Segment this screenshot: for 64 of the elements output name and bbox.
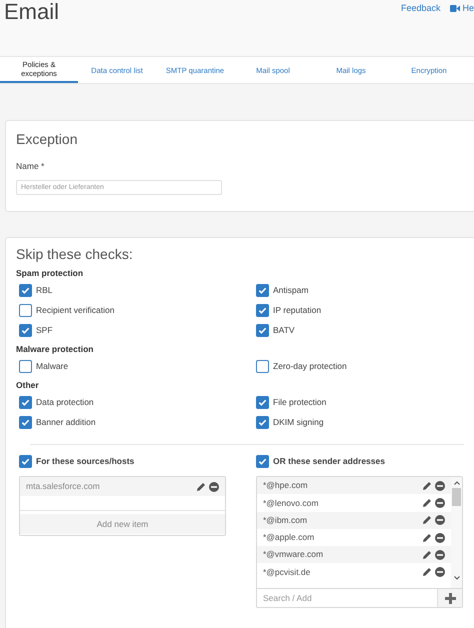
checkbox[interactable] [19,454,32,468]
help-link[interactable]: He [462,2,474,16]
checkbox-label: For these sources/hosts [36,454,134,468]
feedback-link[interactable]: Feedback [400,2,440,16]
checkbox[interactable] [19,360,32,372]
checkbox-label: Zero-day protection [273,360,347,372]
section-title: Exception [16,130,78,149]
pencil-icon[interactable] [422,515,432,526]
pencil-icon[interactable] [422,567,432,578]
checkbox[interactable] [256,284,269,296]
checkbox-label: DKIM signing [273,416,324,428]
page-title: Email [3,0,60,23]
checkbox-label: Banner addition [36,416,96,428]
checkbox[interactable] [19,396,32,408]
remove-icon[interactable] [209,482,219,492]
checkbox-label: IP reputation [273,304,322,316]
checkbox[interactable] [256,324,269,336]
checkbox[interactable] [19,324,32,336]
list-item[interactable]: *@lenovo.com [263,496,318,510]
pencil-icon[interactable] [422,480,432,491]
checkbox[interactable] [19,416,32,428]
checkbox[interactable] [256,454,269,468]
checkbox[interactable] [256,416,269,428]
list-item[interactable]: *@pcvisit.de [263,566,310,578]
pencil-icon[interactable] [422,498,432,508]
checkbox-label: File protection [273,396,326,408]
checkbox[interactable] [256,304,269,316]
pencil-icon[interactable] [422,550,432,560]
section-title: Skip these checks: [16,245,134,264]
checkbox[interactable] [256,360,269,372]
scroll-thumb[interactable] [452,488,461,506]
group-heading: Spam protection [16,267,84,280]
list-item[interactable]: *@hpe.com [263,479,308,492]
scroll-up-icon[interactable] [454,481,460,485]
checkbox[interactable] [19,304,32,316]
checkbox-label: Malware [36,360,68,372]
remove-icon[interactable] [435,515,445,526]
remove-icon[interactable] [435,550,445,560]
plus-icon [444,592,456,604]
checkbox-label: SPF [36,324,53,336]
video-camera-icon[interactable] [450,5,460,12]
remove-icon[interactable] [435,498,445,508]
pencil-icon[interactable] [196,482,206,492]
scroll-down-icon[interactable] [454,576,460,580]
checkbox-label: Recipient verification [36,304,114,316]
remove-icon[interactable] [435,532,445,543]
checkbox-label: Antispam [273,284,308,296]
add-item-button[interactable]: Add new item [20,514,225,534]
remove-icon[interactable] [435,480,445,491]
group-heading: Other [16,379,40,392]
group-heading: Malware protection [16,343,94,356]
checkbox-label: BATV [273,324,295,336]
scrollbar[interactable] [451,477,462,588]
checkbox[interactable] [19,284,32,296]
list-item[interactable]: *@ibm.com [263,514,308,527]
list-item[interactable]: *@apple.com [263,531,314,544]
remove-icon[interactable] [435,567,445,578]
checkbox-label: RBL [36,284,53,296]
checkbox-label: OR these sender addresses [273,454,385,468]
pencil-icon[interactable] [422,532,432,543]
field-label: Name * [16,160,46,173]
add-button[interactable] [438,589,462,607]
checkbox-label: Data protection [36,396,94,408]
checkbox[interactable] [256,396,269,408]
